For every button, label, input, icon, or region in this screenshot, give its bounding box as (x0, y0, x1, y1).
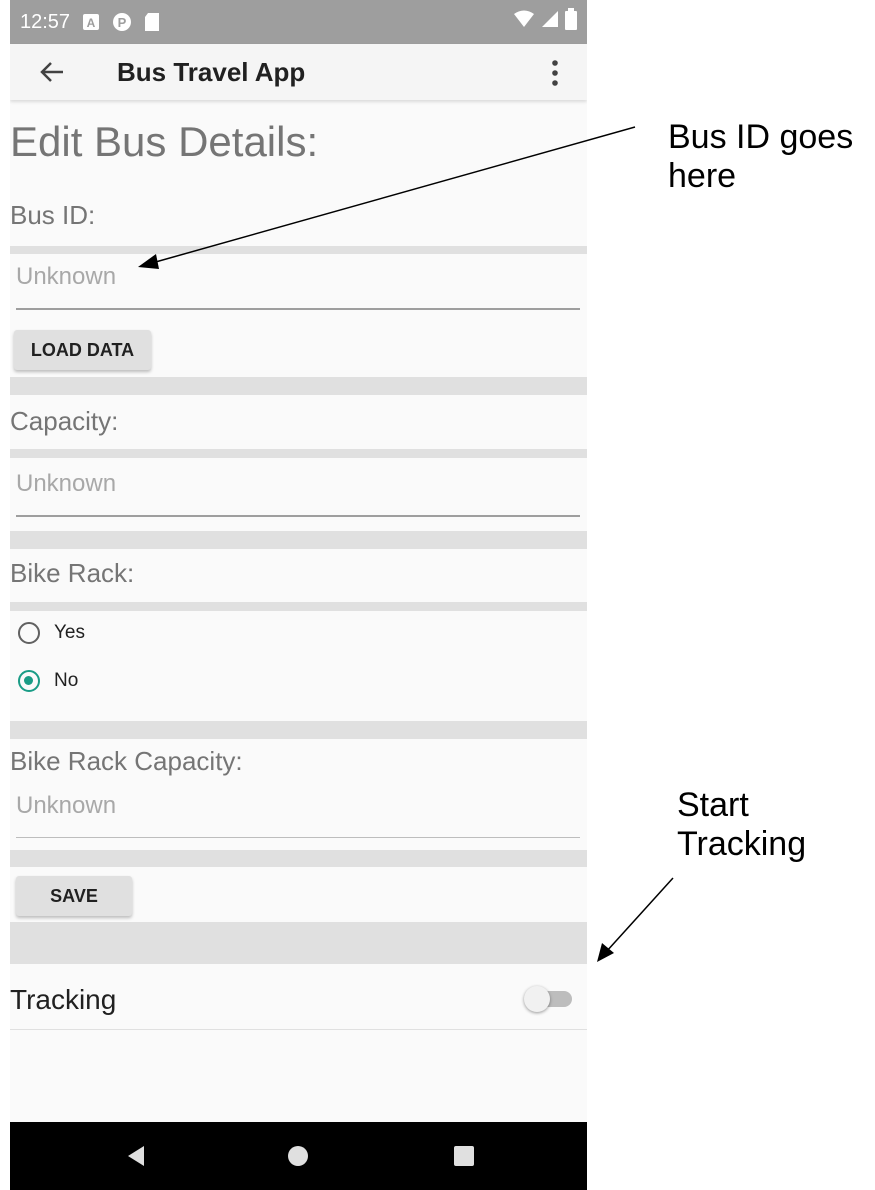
divider (10, 377, 587, 395)
sd-card-icon (144, 12, 160, 32)
annotation-start-tracking: Start Tracking (677, 786, 807, 863)
nav-home-icon[interactable] (282, 1140, 314, 1172)
status-time: 12:57 (20, 10, 71, 33)
nav-back-icon[interactable] (120, 1140, 152, 1172)
save-button[interactable]: SAVE (16, 876, 132, 916)
annotation-bus-id: Bus ID goes here (668, 118, 854, 195)
wifi-icon (513, 10, 535, 34)
bike-rack-capacity-input[interactable] (16, 782, 580, 838)
switch-thumb (524, 986, 550, 1012)
page-title: Edit Bus Details: (10, 118, 319, 165)
bus-id-input[interactable] (16, 254, 580, 310)
divider (10, 1029, 587, 1030)
divider (10, 602, 587, 611)
battery-icon (565, 8, 577, 36)
svg-text:A: A (87, 16, 96, 30)
radio-option-yes[interactable]: Yes (18, 622, 85, 644)
load-data-button[interactable]: LOAD DATA (14, 330, 151, 370)
radio-label-no: No (54, 670, 79, 691)
tracking-label: Tracking (10, 984, 117, 1015)
capacity-label: Capacity: (10, 406, 119, 436)
radio-checked-icon[interactable] (18, 670, 40, 692)
radio-label-yes: Yes (54, 622, 85, 643)
notification-a-icon: A (82, 13, 100, 31)
svg-text:P: P (118, 15, 127, 30)
navigation-bar (10, 1122, 587, 1190)
divider (10, 246, 587, 254)
overflow-menu-icon[interactable] (550, 58, 560, 88)
tracking-switch[interactable] (524, 986, 574, 1012)
divider (10, 850, 587, 867)
divider (10, 449, 587, 458)
app-bar: Bus Travel App (10, 44, 587, 100)
divider (10, 531, 587, 549)
radio-unchecked-icon[interactable] (18, 622, 40, 644)
bus-id-label: Bus ID: (10, 200, 96, 230)
status-bar: 12:57 A P (10, 0, 587, 44)
bike-rack-capacity-label: Bike Rack Capacity: (10, 746, 243, 776)
notification-p-icon: P (112, 12, 132, 32)
back-arrow-icon[interactable] (38, 58, 66, 86)
radio-option-no[interactable]: No (18, 670, 78, 692)
divider (10, 721, 587, 739)
phone-screen: 12:57 A P Bus Travel App Edit Bus Detail… (10, 0, 587, 1190)
tracking-arrow (597, 877, 674, 962)
app-title: Bus Travel App (117, 57, 306, 87)
signal-icon (541, 10, 559, 34)
bike-rack-label: Bike Rack: (10, 558, 135, 588)
nav-recents-icon[interactable] (448, 1140, 480, 1172)
capacity-input[interactable] (16, 461, 580, 517)
divider (10, 922, 587, 964)
